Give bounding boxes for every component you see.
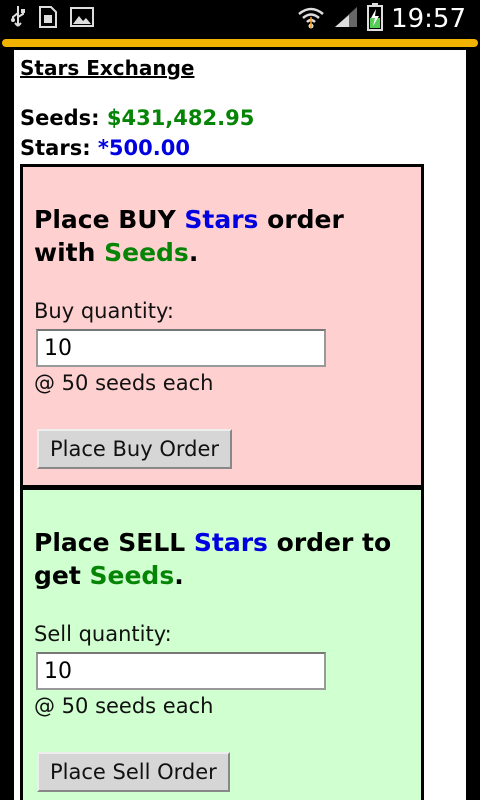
seeds-label: Seeds: (20, 106, 100, 130)
status-bar: 19:57 (0, 0, 480, 38)
sell-heading-seeds: Seeds (89, 561, 175, 590)
accent-bar (0, 38, 480, 50)
accent-bar-fill (2, 39, 478, 47)
sell-heading-end: . (174, 561, 184, 590)
sell-price-text: @ 50 seeds each (34, 694, 214, 718)
sell-heading-text: Place SELL (34, 528, 194, 557)
stars-label: Stars: (20, 136, 91, 160)
buy-quantity-input[interactable] (36, 329, 326, 367)
wifi-icon (297, 5, 325, 33)
sell-panel: Place SELL Stars order to get Seeds. Sel… (20, 487, 424, 800)
sell-quantity-label: Sell quantity: (34, 622, 172, 646)
page-title[interactable]: Stars Exchange (20, 56, 194, 80)
place-buy-order-button[interactable]: Place Buy Order (37, 429, 233, 469)
usb-icon (10, 5, 26, 33)
stars-value: *500.00 (97, 136, 190, 160)
seeds-value: $431,482.95 (106, 106, 255, 130)
buy-heading-seeds: Seeds (104, 238, 189, 267)
seeds-balance: Seeds: $431,482.95 (20, 106, 254, 130)
stars-balance: Stars: *500.00 (20, 136, 190, 160)
sim-card-icon (38, 5, 58, 33)
buy-panel: Place BUY Stars order with Seeds. Buy qu… (20, 164, 424, 488)
sell-heading-stars: Stars (193, 528, 268, 557)
buy-heading: Place BUY Stars order with Seeds. (34, 203, 413, 269)
sell-quantity-input[interactable] (36, 652, 326, 690)
gallery-icon (70, 6, 94, 32)
buy-heading-stars: Stars (184, 205, 259, 234)
battery-charging-icon (367, 3, 384, 35)
place-sell-order-button[interactable]: Place Sell Order (37, 752, 230, 792)
buy-price-text: @ 50 seeds each (34, 371, 214, 395)
sell-heading: Place SELL Stars order to get Seeds. (34, 526, 413, 592)
system-icons: 19:57 (297, 3, 466, 35)
clock: 19:57 (391, 4, 466, 34)
buy-heading-end: . (188, 238, 199, 267)
signal-icon (333, 5, 359, 33)
notification-icons (10, 6, 94, 32)
page-content: Stars Exchange Seeds: $431,482.95 Stars:… (12, 50, 468, 800)
buy-quantity-label: Buy quantity: (34, 299, 174, 323)
buy-heading-text: Place BUY (34, 205, 185, 234)
